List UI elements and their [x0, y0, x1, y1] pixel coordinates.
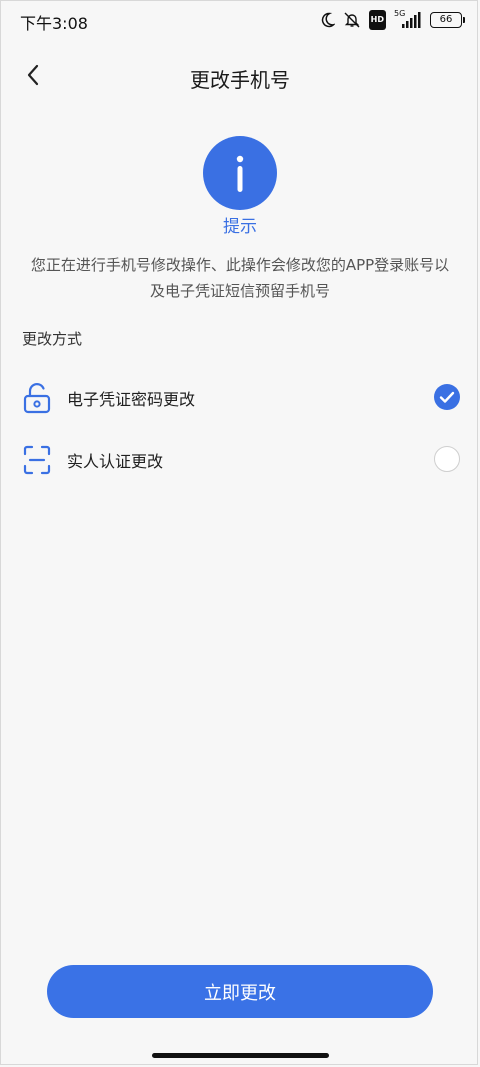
- hd-badge: HD: [368, 10, 386, 30]
- home-indicator[interactable]: [152, 1053, 329, 1058]
- page-title: 更改手机号: [190, 68, 290, 92]
- section-label: 更改方式: [22, 330, 83, 348]
- mute-icon: [343, 11, 361, 29]
- signal-icon: 5G: [394, 9, 422, 29]
- option-label: 实人认证更改: [67, 452, 164, 471]
- status-icons: HD 5G 66: [319, 9, 465, 30]
- nav-bar: 更改手机号: [0, 54, 480, 100]
- option-label: 电子凭证密码更改: [67, 390, 196, 409]
- face-scan-icon: [22, 444, 52, 476]
- option-face-verification[interactable]: 实人认证更改: [0, 434, 480, 486]
- status-bar: 下午3:08 HD 5G 66: [0, 0, 480, 40]
- status-time: 下午3:08: [20, 14, 88, 33]
- option-password-change[interactable]: 电子凭证密码更改: [0, 372, 480, 424]
- info-description: 您正在进行手机号修改操作、此操作会修改您的APP登录账号以及电子凭证短信预留手机…: [30, 256, 450, 300]
- info-icon: [203, 136, 277, 210]
- info-title: 提示: [223, 217, 257, 237]
- radio-unchecked[interactable]: [434, 446, 460, 472]
- submit-button[interactable]: 立即更改: [47, 965, 433, 1018]
- radio-checked[interactable]: [434, 384, 460, 410]
- unlock-icon: [22, 382, 52, 414]
- moon-icon: [319, 11, 335, 29]
- battery-indicator: 66: [430, 12, 465, 28]
